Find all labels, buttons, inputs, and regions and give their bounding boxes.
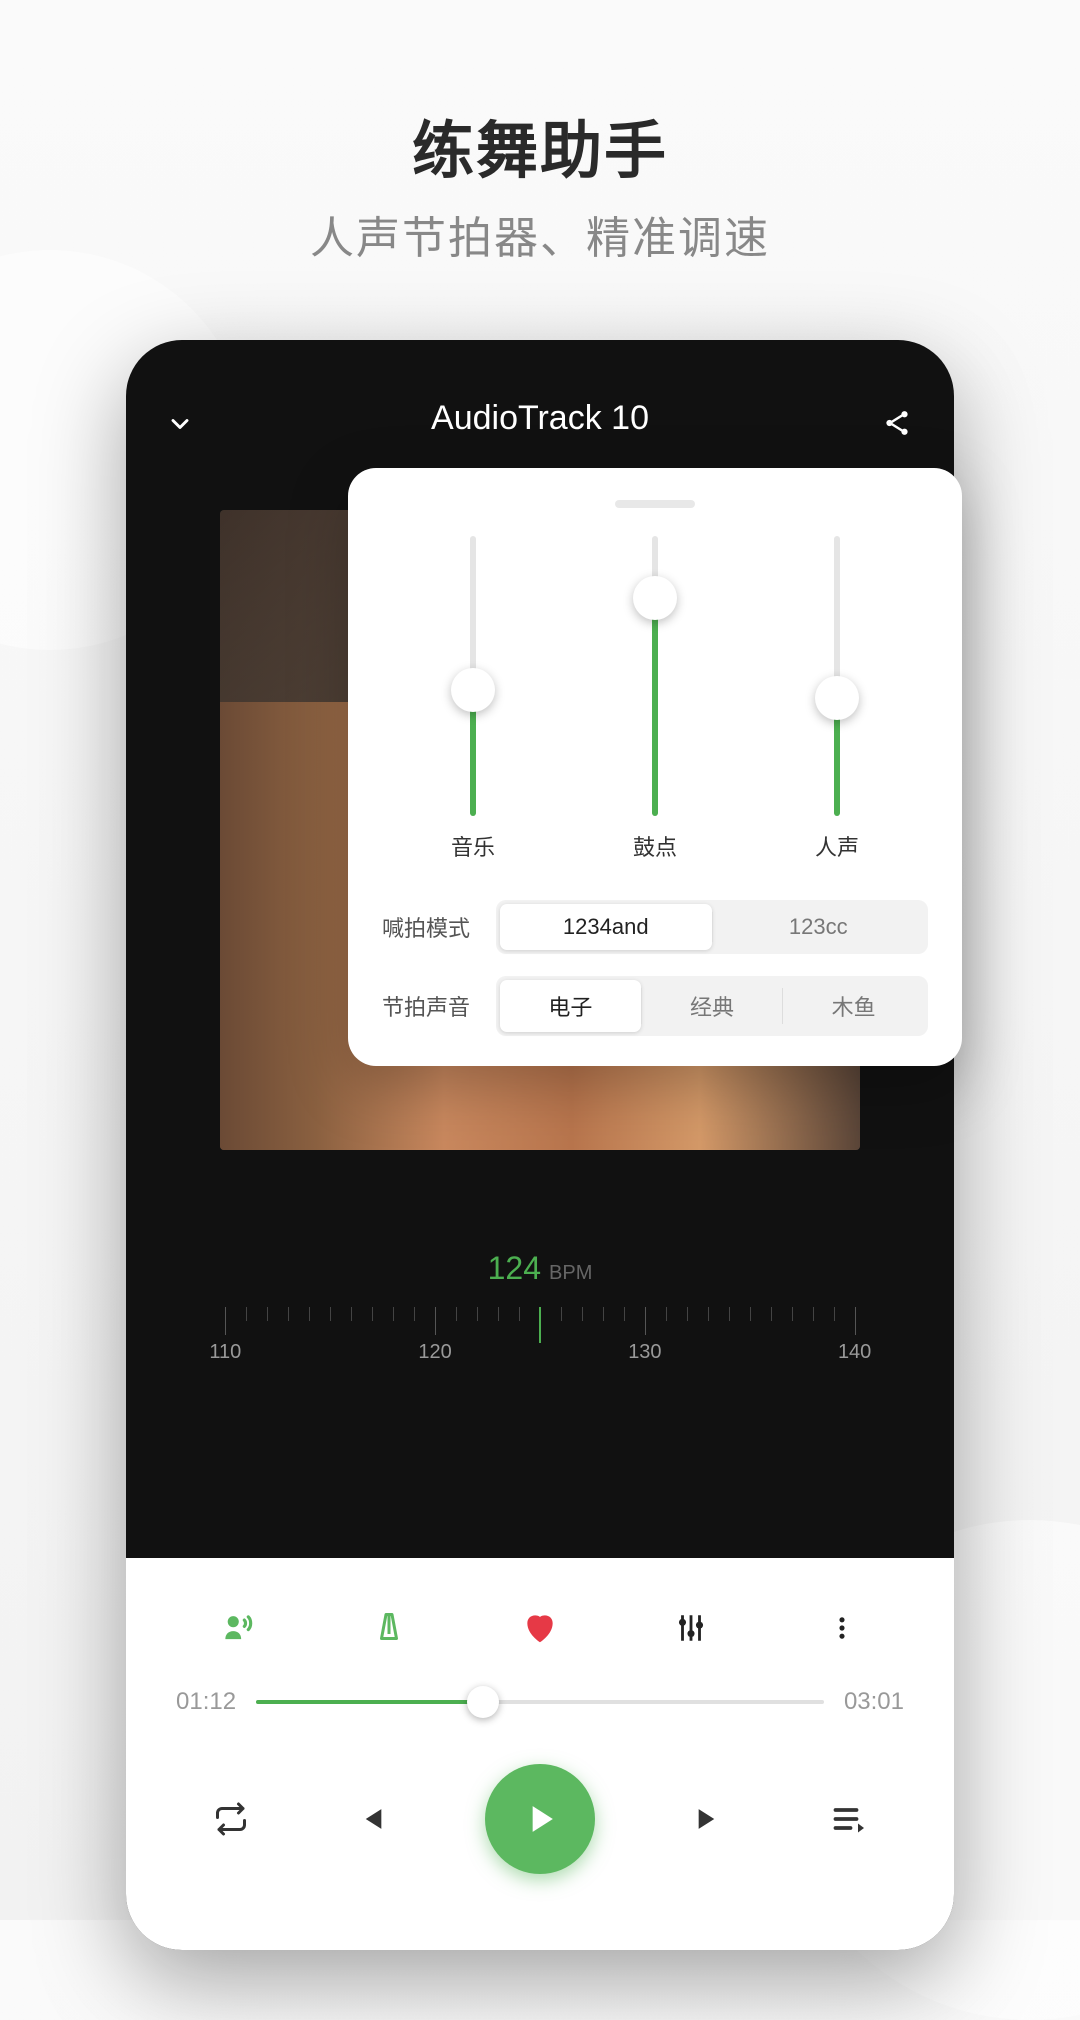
headline: 练舞助手 人声节拍器、精准调速 [0, 0, 1080, 266]
metronome-icon [371, 1610, 407, 1646]
bpm-value: 124 [488, 1250, 541, 1286]
more-vertical-icon [828, 1614, 856, 1642]
repeat-icon [213, 1801, 249, 1837]
sliders-group: 音乐 鼓点 人声 [382, 528, 928, 878]
heart-icon [521, 1609, 559, 1647]
sound-label: 节拍声音 [382, 990, 482, 1022]
ruler-label: 130 [628, 1341, 661, 1364]
time-total: 03:01 [844, 1688, 904, 1716]
favorite-button[interactable] [518, 1606, 562, 1650]
share-icon [882, 408, 912, 438]
ruler-label: 110 [209, 1341, 241, 1364]
mode-segment: 1234and123cc [496, 900, 928, 954]
mode-label: 喊拍模式 [382, 911, 482, 943]
repeat-button[interactable] [207, 1795, 255, 1843]
slider-2[interactable]: 人声 [815, 536, 859, 862]
more-button[interactable] [820, 1606, 864, 1650]
segment-option[interactable]: 经典 [642, 980, 783, 1032]
skip-previous-icon [353, 1802, 387, 1836]
progress-fill [256, 1700, 483, 1704]
ruler-label: 120 [418, 1341, 451, 1364]
progress-row: 01:12 03:01 [162, 1682, 918, 1748]
slider-label: 鼓点 [633, 830, 677, 862]
voice-icon [219, 1609, 257, 1647]
segment-option[interactable]: 1234and [500, 904, 712, 950]
segment-option[interactable]: 电子 [500, 980, 641, 1032]
track-title: AudioTrack 10 [431, 399, 649, 438]
playlist-icon [831, 1801, 867, 1837]
play-icon [518, 1797, 562, 1841]
skip-next-icon [693, 1802, 727, 1836]
player-header: AudioTrack 10 [126, 340, 954, 450]
transport-row [162, 1748, 918, 1890]
play-button[interactable] [485, 1764, 595, 1874]
segment-option[interactable]: 木鱼 [783, 980, 924, 1032]
headline-title: 练舞助手 [0, 100, 1080, 190]
voice-button[interactable] [216, 1606, 260, 1650]
headline-subtitle: 人声节拍器、精准调速 [0, 202, 1080, 266]
collapse-button[interactable] [162, 410, 198, 438]
mode-row: 喊拍模式 1234and123cc [382, 900, 928, 954]
bpm-pointer [539, 1307, 541, 1343]
previous-button[interactable] [346, 1795, 394, 1843]
queue-button[interactable] [825, 1795, 873, 1843]
bpm-ruler[interactable]: 110 120 130 140 [126, 1307, 954, 1377]
sound-segment: 电子经典木鱼 [496, 976, 928, 1036]
ruler-label: 140 [838, 1341, 871, 1364]
progress-thumb[interactable] [467, 1686, 499, 1718]
slider-label: 音乐 [451, 830, 495, 862]
drag-handle[interactable] [615, 500, 695, 508]
sound-row: 节拍声音 电子经典木鱼 [382, 976, 928, 1036]
sliders-icon [674, 1611, 708, 1645]
bpm-display: 124 BPM 110 120 130 140 [126, 1250, 954, 1377]
chevron-down-icon [166, 410, 194, 438]
mixer-panel: 音乐 鼓点 人声 喊拍模式 1234and123cc 节拍声音 电子经典木鱼 [348, 468, 962, 1066]
slider-label: 人声 [815, 830, 859, 862]
progress-bar[interactable] [256, 1700, 824, 1704]
time-current: 01:12 [176, 1688, 236, 1716]
slider-1[interactable]: 鼓点 [633, 536, 677, 862]
player-bottom: 01:12 03:01 [126, 1558, 954, 1950]
mixer-button[interactable] [669, 1606, 713, 1650]
bpm-unit: BPM [549, 1262, 592, 1284]
slider-0[interactable]: 音乐 [451, 536, 495, 862]
next-button[interactable] [686, 1795, 734, 1843]
segment-option[interactable]: 123cc [713, 904, 925, 950]
tool-row [162, 1588, 918, 1682]
metronome-button[interactable] [367, 1606, 411, 1650]
share-button[interactable] [882, 408, 918, 438]
